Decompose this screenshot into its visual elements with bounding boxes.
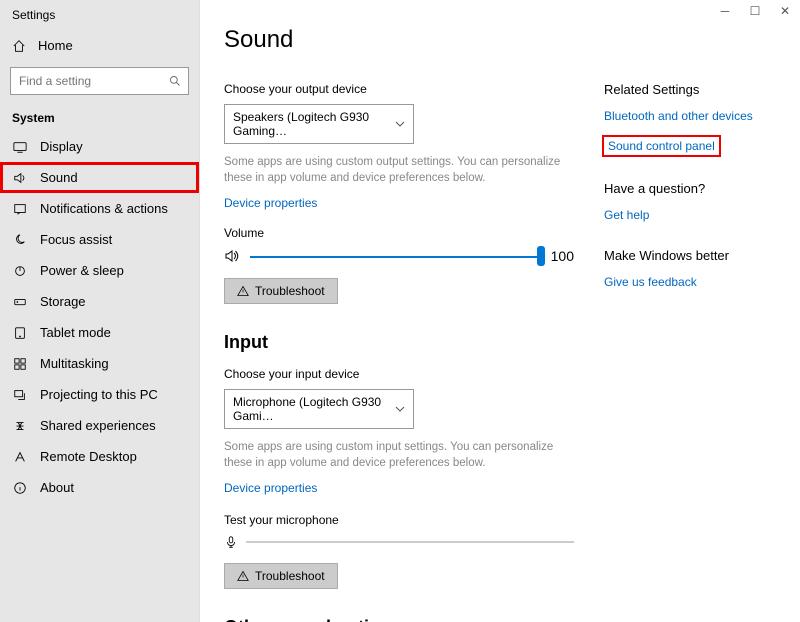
- sidebar-item-multitasking[interactable]: Multitasking: [0, 348, 199, 379]
- home-icon: [12, 39, 26, 53]
- volume-slider[interactable]: [250, 249, 541, 263]
- display-icon: [12, 140, 28, 154]
- sidebar-item-remote-desktop[interactable]: Remote Desktop: [0, 441, 199, 472]
- input-heading: Input: [224, 332, 574, 353]
- input-device-label: Choose your input device: [224, 367, 574, 381]
- sidebar-item-about[interactable]: About: [0, 472, 199, 503]
- projecting-icon: [12, 388, 28, 402]
- shared-icon: [12, 419, 28, 433]
- page-title: Sound: [224, 26, 780, 54]
- sidebar-item-label: Display: [40, 139, 83, 154]
- input-device-value: Microphone (Logitech G930 Gami…: [233, 395, 395, 423]
- make-windows-better-heading: Make Windows better: [604, 248, 774, 263]
- chevron-down-icon: [395, 119, 405, 129]
- sidebar-item-label: Tablet mode: [40, 325, 111, 340]
- sidebar-item-label: Storage: [40, 294, 86, 309]
- feedback-link[interactable]: Give us feedback: [604, 275, 697, 289]
- sidebar-item-projecting[interactable]: Projecting to this PC: [0, 379, 199, 410]
- get-help-link[interactable]: Get help: [604, 208, 649, 222]
- related-settings-heading: Related Settings: [604, 82, 774, 97]
- input-device-properties-link[interactable]: Device properties: [224, 481, 317, 495]
- input-helper-text: Some apps are using custom input setting…: [224, 439, 574, 471]
- sidebar-item-label: About: [40, 480, 74, 495]
- main-content: ─ ☐ ✕ Sound Choose your output device Sp…: [200, 0, 800, 622]
- mic-level-bar: [246, 541, 574, 543]
- sidebar-item-sound[interactable]: Sound: [0, 162, 199, 193]
- warning-icon: [237, 570, 249, 582]
- app-title: Settings: [0, 4, 199, 30]
- power-icon: [12, 264, 28, 278]
- output-device-dropdown[interactable]: Speakers (Logitech G930 Gaming…: [224, 104, 414, 144]
- sidebar-item-label: Power & sleep: [40, 263, 124, 278]
- troubleshoot-label: Troubleshoot: [255, 284, 325, 298]
- sidebar-item-shared-experiences[interactable]: Shared experiences: [0, 410, 199, 441]
- sidebar-item-label: Remote Desktop: [40, 449, 137, 464]
- sidebar-item-label: Shared experiences: [40, 418, 156, 433]
- sound-control-panel-link[interactable]: Sound control panel: [604, 137, 719, 155]
- notifications-icon: [12, 202, 28, 216]
- warning-icon: [237, 285, 249, 297]
- mic-test-label: Test your microphone: [224, 513, 574, 527]
- window-maximize[interactable]: ☐: [740, 0, 770, 22]
- sidebar-item-power-sleep[interactable]: Power & sleep: [0, 255, 199, 286]
- sidebar-item-label: Sound: [40, 170, 78, 185]
- search-icon: [169, 75, 181, 87]
- storage-icon: [12, 295, 28, 309]
- other-sound-heading: Other sound options: [224, 617, 574, 622]
- have-question-heading: Have a question?: [604, 181, 774, 196]
- sidebar-item-notifications[interactable]: Notifications & actions: [0, 193, 199, 224]
- volume-label: Volume: [224, 226, 574, 240]
- sidebar-item-label: Notifications & actions: [40, 201, 168, 216]
- output-device-label: Choose your output device: [224, 82, 574, 96]
- window-minimize[interactable]: ─: [710, 0, 740, 22]
- sidebar-home-label: Home: [38, 38, 73, 53]
- remote-desktop-icon: [12, 450, 28, 464]
- sidebar-section-label: System: [0, 107, 199, 131]
- sidebar-item-label: Multitasking: [40, 356, 109, 371]
- troubleshoot-label: Troubleshoot: [255, 569, 325, 583]
- sidebar-item-focus-assist[interactable]: Focus assist: [0, 224, 199, 255]
- sidebar-home[interactable]: Home: [0, 30, 199, 61]
- microphone-icon: [224, 535, 238, 549]
- window-close[interactable]: ✕: [770, 0, 800, 22]
- sound-icon: [12, 171, 28, 185]
- sidebar: Settings Home System Display Sound Notif…: [0, 0, 200, 622]
- focus-assist-icon: [12, 233, 28, 247]
- about-icon: [12, 481, 28, 495]
- search-input[interactable]: [10, 67, 189, 95]
- chevron-down-icon: [395, 404, 405, 414]
- output-troubleshoot-button[interactable]: Troubleshoot: [224, 278, 338, 304]
- bluetooth-link[interactable]: Bluetooth and other devices: [604, 109, 753, 123]
- tablet-icon: [12, 326, 28, 340]
- input-device-dropdown[interactable]: Microphone (Logitech G930 Gami…: [224, 389, 414, 429]
- sidebar-item-display[interactable]: Display: [0, 131, 199, 162]
- volume-icon: [224, 248, 240, 264]
- search-wrap: [10, 67, 189, 95]
- sidebar-item-tablet-mode[interactable]: Tablet mode: [0, 317, 199, 348]
- input-troubleshoot-button[interactable]: Troubleshoot: [224, 563, 338, 589]
- sidebar-item-storage[interactable]: Storage: [0, 286, 199, 317]
- output-device-properties-link[interactable]: Device properties: [224, 196, 317, 210]
- sidebar-item-label: Focus assist: [40, 232, 112, 247]
- output-device-value: Speakers (Logitech G930 Gaming…: [233, 110, 395, 138]
- multitasking-icon: [12, 357, 28, 371]
- sidebar-item-label: Projecting to this PC: [40, 387, 158, 402]
- output-helper-text: Some apps are using custom output settin…: [224, 154, 574, 186]
- volume-value: 100: [551, 248, 574, 264]
